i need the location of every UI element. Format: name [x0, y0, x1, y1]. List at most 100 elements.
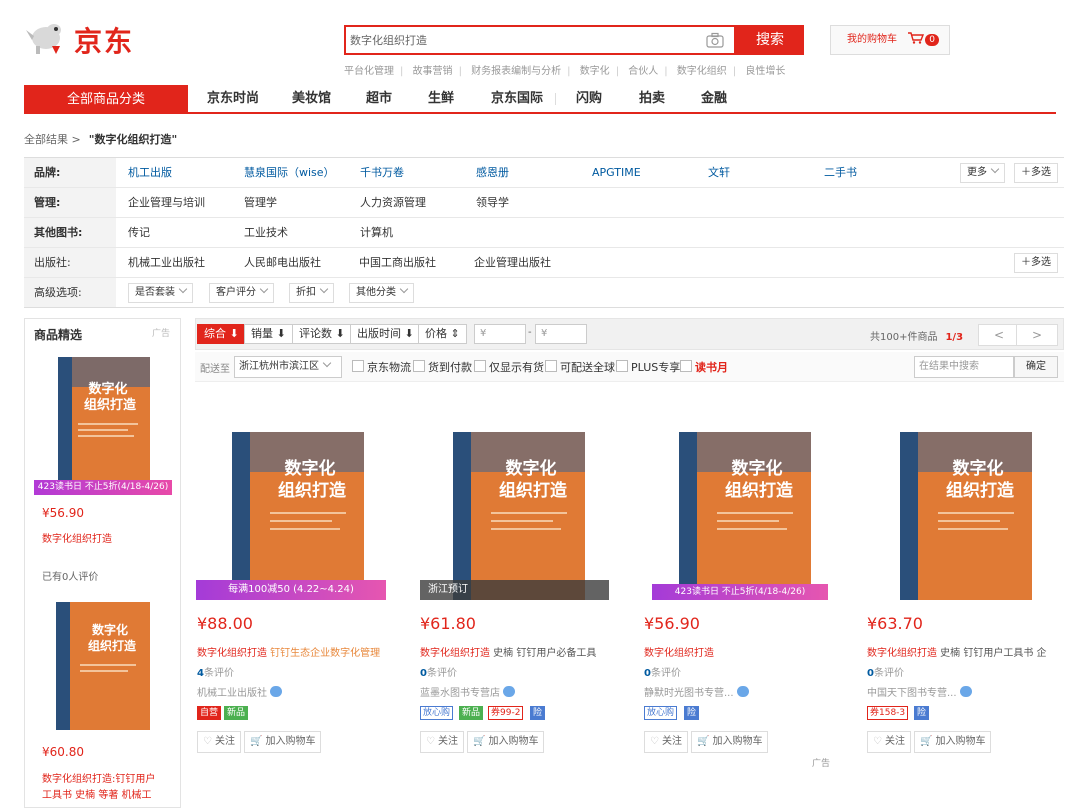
- chat-icon[interactable]: [736, 686, 749, 697]
- price-min-input[interactable]: ¥: [474, 324, 526, 344]
- advanced-dropdown[interactable]: 折扣: [289, 283, 334, 303]
- sort-button-reviews[interactable]: 评论数 ⬇: [292, 324, 352, 344]
- product-title[interactable]: 数字化组织打造:钉钉用户: [42, 770, 155, 785]
- nav-item-finance[interactable]: 金融: [701, 85, 727, 113]
- search-input[interactable]: [346, 27, 734, 53]
- address-selector[interactable]: 浙江杭州市滨江区: [234, 356, 342, 378]
- advanced-dropdown[interactable]: 是否套装: [128, 283, 193, 303]
- all-categories-button[interactable]: 全部商品分类: [24, 85, 188, 114]
- sort-button-price[interactable]: 价格 ⇕: [418, 324, 467, 344]
- advanced-dropdown[interactable]: 其他分类: [349, 283, 414, 303]
- nav-item-jd-global[interactable]: 京东国际: [491, 85, 543, 113]
- add-to-cart-button[interactable]: 🛒 加入购物车: [467, 731, 545, 753]
- add-to-cart-button[interactable]: 🛒 加入购物车: [244, 731, 322, 753]
- filter-value[interactable]: 感恩册: [476, 158, 509, 187]
- follow-button[interactable]: ♡ 关注: [197, 731, 241, 753]
- hotword-link[interactable]: 合伙人: [628, 66, 658, 77]
- hotword-link[interactable]: 财务报表编制与分析: [471, 66, 561, 77]
- advanced-dropdown[interactable]: 客户评分: [209, 283, 274, 303]
- hotword-link[interactable]: 平台化管理: [344, 66, 394, 77]
- review-count[interactable]: 4条评价: [197, 664, 234, 679]
- hotword-link[interactable]: 数字化组织: [677, 66, 727, 77]
- product-title[interactable]: 数字化组织打造 史楠 钉钉用户工具书 企: [867, 644, 1057, 659]
- review-count[interactable]: 0条评价: [420, 664, 457, 679]
- multi-select-button[interactable]: ＋多选: [1014, 253, 1058, 273]
- filter-value[interactable]: 人力资源管理: [360, 188, 426, 217]
- add-to-cart-button[interactable]: 🛒 加入购物车: [691, 731, 769, 753]
- filter-value[interactable]: 计算机: [360, 218, 393, 247]
- more-button[interactable]: 更多: [960, 163, 1005, 183]
- next-page-button[interactable]: >: [1016, 324, 1058, 346]
- filter-value[interactable]: 企业管理出版社: [474, 248, 551, 277]
- filter-value[interactable]: 机械工业出版社: [128, 248, 205, 277]
- breadcrumb-root[interactable]: 全部结果 >: [24, 133, 81, 146]
- checkbox-cod[interactable]: [413, 360, 425, 372]
- price-max-input[interactable]: ¥: [535, 324, 587, 344]
- chat-icon[interactable]: [503, 686, 515, 697]
- filter-value[interactable]: 文轩: [708, 158, 730, 187]
- nav-item-fresh[interactable]: 生鲜: [428, 85, 454, 113]
- follow-button[interactable]: ♡ 关注: [644, 731, 688, 753]
- sort-button-default[interactable]: 综合 ⬇: [197, 324, 246, 344]
- nav-item-supermarket[interactable]: 超市: [366, 85, 392, 113]
- filter-value[interactable]: 企业管理与培训: [128, 188, 205, 217]
- prev-page-button[interactable]: <: [978, 324, 1020, 346]
- search-button[interactable]: 搜索: [736, 25, 804, 55]
- nav-item-auction[interactable]: 拍卖: [639, 85, 665, 113]
- filter-value[interactable]: 领导学: [476, 188, 509, 217]
- product-title[interactable]: 数字化组织打造 史楠 钉钉用户必备工具: [420, 644, 620, 659]
- jd-logo-text[interactable]: 京东: [74, 20, 134, 60]
- book-cover-image[interactable]: 数字化 组织打造: [896, 430, 1036, 602]
- chat-icon[interactable]: [959, 686, 972, 697]
- filter-value[interactable]: 传记: [128, 218, 150, 247]
- hotword-link[interactable]: 故事营销: [413, 66, 453, 77]
- product-title[interactable]: 数字化组织打造 钉钉生态企业数字化管理: [197, 644, 397, 659]
- multi-select-button[interactable]: ＋多选: [1014, 163, 1058, 183]
- review-count[interactable]: 0条评价: [644, 664, 681, 679]
- checkbox-jd-logistics[interactable]: [352, 360, 364, 372]
- hotword-link[interactable]: 数字化: [580, 66, 610, 77]
- shop-name[interactable]: 中国天下图书专营...: [867, 684, 972, 699]
- nav-item-fashion[interactable]: 京东时尚: [207, 85, 259, 113]
- checkbox-global[interactable]: [545, 360, 557, 372]
- add-to-cart-button[interactable]: 🛒 加入购物车: [914, 731, 992, 753]
- shop-name[interactable]: 蓝墨水图书专营店: [420, 684, 515, 699]
- product-title[interactable]: 数字化组织打造: [42, 530, 112, 545]
- filter-value[interactable]: 二手书: [824, 158, 857, 187]
- product-title[interactable]: 工具书 史楠 等著 机械工: [42, 786, 152, 801]
- sort-button-publish-date[interactable]: 出版时间 ⬇: [350, 324, 421, 344]
- my-cart-button[interactable]: 我的购物车 0: [830, 25, 950, 55]
- filter-value[interactable]: 人民邮电出版社: [244, 248, 321, 277]
- filter-value[interactable]: 管理学: [244, 188, 277, 217]
- product-title[interactable]: 数字化组织打造: [644, 644, 844, 659]
- shop-name[interactable]: 机械工业出版社: [197, 684, 282, 699]
- filter-value[interactable]: 千书万卷: [360, 158, 404, 187]
- book-cover-image[interactable]: 数字化 组织打造: [449, 430, 589, 602]
- book-cover-image[interactable]: 数字化 组织打造: [228, 430, 368, 602]
- hotword-link[interactable]: 良性增长: [745, 66, 785, 77]
- shop-name[interactable]: 静默时光图书专营...: [644, 684, 749, 699]
- product-title-sub: 史楠 钉钉用户必备工具: [490, 648, 597, 659]
- follow-button[interactable]: ♡ 关注: [867, 731, 911, 753]
- checkbox-in-stock[interactable]: [474, 360, 486, 372]
- filter-value[interactable]: 工业技术: [244, 218, 288, 247]
- checkbox-reading-month[interactable]: [680, 360, 692, 372]
- nav-item-flash-sale[interactable]: 闪购: [576, 85, 602, 113]
- filter-value[interactable]: 慧泉国际（wise）: [244, 158, 335, 187]
- filter-value[interactable]: 机工出版: [128, 158, 172, 187]
- filter-value[interactable]: APGTIME: [592, 158, 641, 187]
- book-cover-image[interactable]: 数字化 组织打造: [50, 598, 156, 733]
- search-in-results-input[interactable]: 在结果中搜索: [914, 356, 1014, 378]
- search-box[interactable]: [344, 25, 736, 55]
- confirm-button[interactable]: 确定: [1014, 356, 1058, 378]
- sort-button-sales[interactable]: 销量 ⬇: [244, 324, 293, 344]
- book-cover-image[interactable]: 数字化 组织打造: [675, 430, 815, 602]
- camera-icon[interactable]: [706, 32, 724, 48]
- follow-button[interactable]: ♡ 关注: [420, 731, 464, 753]
- nav-item-beauty[interactable]: 美妆馆: [292, 85, 331, 113]
- chat-icon[interactable]: [270, 686, 282, 697]
- review-count[interactable]: 0条评价: [867, 664, 904, 679]
- filter-value[interactable]: 中国工商出版社: [359, 248, 436, 277]
- checkbox-plus[interactable]: [616, 360, 628, 372]
- book-cover-image[interactable]: 数字化 组织打造: [38, 353, 168, 493]
